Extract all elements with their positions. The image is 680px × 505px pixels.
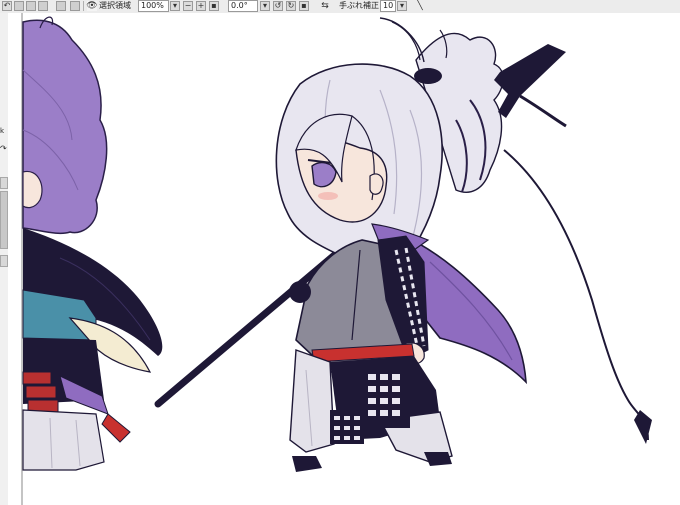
main-character — [154, 17, 652, 472]
artwork[interactable] — [0, 0, 680, 505]
left-character — [22, 16, 163, 471]
